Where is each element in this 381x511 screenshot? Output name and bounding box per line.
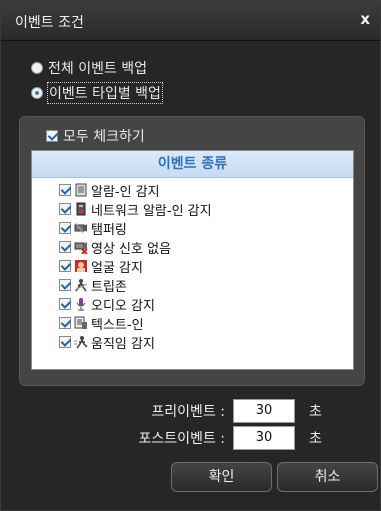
radio-by-type-backup-indicator[interactable] bbox=[31, 87, 43, 99]
event-item-alarm-in[interactable]: 알람-인 감지 bbox=[59, 181, 160, 200]
event-item-checkbox[interactable] bbox=[59, 336, 71, 348]
post-event-row: 포스트이벤트 : 30 초 bbox=[115, 426, 322, 450]
cancel-button[interactable]: 취소 bbox=[277, 462, 378, 492]
radio-by-type-backup[interactable]: 이벤트 타입별 백업 bbox=[31, 82, 163, 104]
radio-all-backup[interactable]: 전체 이벤트 백업 bbox=[31, 58, 147, 78]
text-in-icon bbox=[74, 316, 88, 330]
radio-all-backup-label: 전체 이벤트 백업 bbox=[48, 61, 148, 77]
post-event-input[interactable]: 30 bbox=[233, 426, 295, 450]
pre-event-unit: 초 bbox=[309, 404, 322, 420]
event-item-text-in[interactable]: 텍스트-인 bbox=[59, 314, 144, 333]
pre-event-input[interactable]: 30 bbox=[233, 399, 295, 423]
event-item-audio-detect[interactable]: 오디오 감지 bbox=[59, 295, 155, 314]
event-condition-dialog: 이벤트 조건 x 전체 이벤트 백업 이벤트 타입별 백업 모두 체크하기 이벤… bbox=[0, 0, 381, 511]
video-loss-icon bbox=[74, 240, 88, 254]
event-type-header: 이벤트 종류 bbox=[32, 151, 353, 178]
event-item-video-loss[interactable]: 영상 신호 없음 bbox=[59, 238, 172, 257]
microphone-icon bbox=[74, 297, 88, 311]
network-alarm-icon bbox=[74, 202, 88, 216]
close-icon[interactable]: x bbox=[360, 10, 370, 28]
post-event-label: 포스트이벤트 : bbox=[138, 431, 225, 447]
radio-all-backup-indicator[interactable] bbox=[31, 62, 43, 74]
event-item-checkbox[interactable] bbox=[59, 222, 71, 234]
event-item-label: 네트워크 알람-인 감지 bbox=[91, 203, 212, 219]
check-all-checkbox[interactable] bbox=[46, 130, 58, 142]
tampering-camera-icon bbox=[74, 221, 88, 235]
title-bar[interactable]: 이벤트 조건 x bbox=[1, 1, 380, 41]
post-event-unit: 초 bbox=[309, 431, 322, 447]
event-item-tampering[interactable]: 탬퍼링 bbox=[59, 219, 127, 238]
motion-detect-icon bbox=[74, 335, 88, 349]
event-item-label: 움직임 감지 bbox=[91, 336, 155, 352]
event-item-checkbox[interactable] bbox=[59, 279, 71, 291]
event-item-checkbox[interactable] bbox=[59, 298, 71, 310]
event-item-label: 얼굴 감지 bbox=[91, 260, 143, 276]
radio-by-type-backup-label: 이벤트 타입별 백업 bbox=[47, 82, 163, 104]
event-item-checkbox[interactable] bbox=[59, 241, 71, 253]
event-item-checkbox[interactable] bbox=[59, 317, 71, 329]
event-type-list: 이벤트 종류 알람-인 감지 네트워크 알람-인 감지 탬퍼링 영상 신호 없음… bbox=[31, 150, 354, 370]
event-item-label: 영상 신호 없음 bbox=[91, 241, 172, 257]
event-item-face-detect[interactable]: 얼굴 감지 bbox=[59, 257, 143, 276]
face-detect-icon bbox=[74, 259, 88, 273]
pre-event-label: 프리이벤트 : bbox=[151, 404, 225, 420]
tripzone-icon bbox=[74, 278, 88, 292]
dialog-title: 이벤트 조건 bbox=[15, 15, 84, 31]
event-item-checkbox[interactable] bbox=[59, 260, 71, 272]
event-item-label: 탬퍼링 bbox=[91, 222, 127, 238]
check-all-label: 모두 체크하기 bbox=[63, 129, 145, 145]
event-item-label: 텍스트-인 bbox=[91, 317, 144, 333]
ok-button[interactable]: 확인 bbox=[171, 462, 272, 492]
pre-event-row: 프리이벤트 : 30 초 bbox=[115, 399, 322, 423]
event-item-label: 오디오 감지 bbox=[91, 298, 155, 314]
event-item-checkbox[interactable] bbox=[59, 184, 71, 196]
event-item-label: 알람-인 감지 bbox=[91, 184, 160, 200]
event-item-checkbox[interactable] bbox=[59, 203, 71, 215]
event-type-panel: 모두 체크하기 이벤트 종류 알람-인 감지 네트워크 알람-인 감지 탬퍼링 … bbox=[19, 116, 365, 386]
alarm-in-icon bbox=[74, 183, 88, 197]
event-item-network-alarm[interactable]: 네트워크 알람-인 감지 bbox=[59, 200, 212, 219]
event-item-motion-detect[interactable]: 움직임 감지 bbox=[59, 333, 155, 352]
check-all[interactable]: 모두 체크하기 bbox=[46, 126, 145, 146]
event-item-tripzone[interactable]: 트립존 bbox=[59, 276, 127, 295]
event-item-label: 트립존 bbox=[91, 279, 127, 295]
